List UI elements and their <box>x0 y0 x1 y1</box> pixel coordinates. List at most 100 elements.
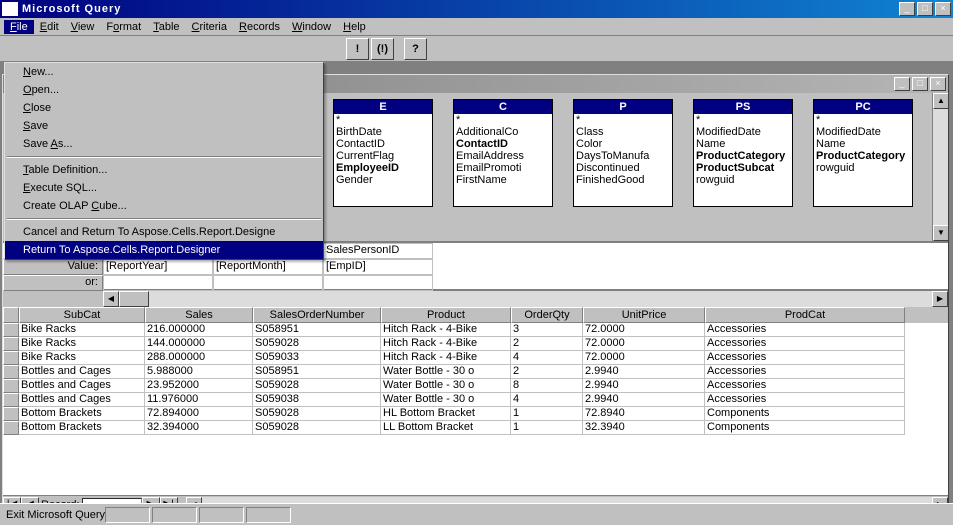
table-field[interactable]: CurrentFlag <box>334 150 432 162</box>
menu-format[interactable]: Format <box>100 20 147 34</box>
table-box[interactable]: E*BirthDateContactIDCurrentFlagEmployeeI… <box>333 99 433 207</box>
table-row[interactable]: Bike Racks144.000000S059028Hitch Rack - … <box>3 337 948 351</box>
grid-cell[interactable]: S059028 <box>253 379 381 393</box>
grid-cell[interactable]: Bottom Brackets <box>19 421 145 435</box>
criteria-or-cell[interactable] <box>103 275 213 291</box>
toolbar-run-paren-icon[interactable]: (!) <box>371 38 394 60</box>
table-field[interactable]: EmployeeID <box>334 162 432 174</box>
table-row[interactable]: Bottles and Cages23.952000S059028Water B… <box>3 379 948 393</box>
table-box[interactable]: P*ClassColorDaysToManufaDiscontinuedFini… <box>573 99 673 207</box>
grid-cell[interactable]: HL Bottom Bracket <box>381 407 511 421</box>
grid-cell[interactable]: 2.9940 <box>583 365 705 379</box>
table-field[interactable]: Name <box>694 138 792 150</box>
table-field[interactable]: ModifiedDate <box>814 126 912 138</box>
table-field[interactable]: * <box>574 114 672 126</box>
grid-cell[interactable]: Bike Racks <box>19 351 145 365</box>
table-field[interactable]: ContactID <box>454 138 552 150</box>
grid-cell[interactable]: Bottles and Cages <box>19 379 145 393</box>
scroll-down-icon[interactable]: ▼ <box>933 225 948 241</box>
grid-cell[interactable]: 2 <box>511 337 583 351</box>
criteria-field-cell[interactable]: SalesPersonID <box>323 243 433 259</box>
grid-cell[interactable]: Hitch Rack - 4-Bike <box>381 351 511 365</box>
grid-cell[interactable]: 4 <box>511 351 583 365</box>
table-box[interactable]: C*AdditionalCoContactIDEmailAddressEmail… <box>453 99 553 207</box>
grid-cell[interactable]: 2 <box>511 365 583 379</box>
menu-window[interactable]: Window <box>286 20 337 34</box>
table-header[interactable]: PC <box>814 100 912 114</box>
table-field[interactable]: * <box>814 114 912 126</box>
grid-cell[interactable]: 23.952000 <box>145 379 253 393</box>
table-field[interactable]: ProductSubcat <box>694 162 792 174</box>
table-row[interactable]: Bottom Brackets72.894000S059028HL Bottom… <box>3 407 948 421</box>
grid-cell[interactable]: 72.0000 <box>583 337 705 351</box>
grid-cell[interactable]: Accessories <box>705 379 905 393</box>
menu-table[interactable]: Table <box>147 20 185 34</box>
menu-records[interactable]: Records <box>233 20 286 34</box>
grid-cell[interactable]: 72.894000 <box>145 407 253 421</box>
criteria-value-cell[interactable]: [ReportYear] <box>103 259 213 275</box>
grid-cell[interactable]: 72.0000 <box>583 323 705 337</box>
table-field[interactable]: FirstName <box>454 174 552 186</box>
grid-cell[interactable]: Water Bottle - 30 o <box>381 379 511 393</box>
grid-cell[interactable]: 1 <box>511 407 583 421</box>
scroll-up-icon[interactable]: ▲ <box>933 93 948 109</box>
table-field[interactable]: FinishedGood <box>574 174 672 186</box>
table-row[interactable]: Bottom Brackets32.394000S059028LL Bottom… <box>3 421 948 435</box>
grid-cell[interactable]: 216.000000 <box>145 323 253 337</box>
file-menu-item[interactable]: Open... <box>5 81 323 99</box>
table-field[interactable]: Color <box>574 138 672 150</box>
table-field[interactable]: ModifiedDate <box>694 126 792 138</box>
table-field[interactable]: rowguid <box>814 162 912 174</box>
file-menu-item[interactable]: Save <box>5 117 323 135</box>
grid-cell[interactable]: Accessories <box>705 393 905 407</box>
grid-cell[interactable]: Bottom Brackets <box>19 407 145 421</box>
grid-cell[interactable]: 2.9940 <box>583 393 705 407</box>
grid-cell[interactable]: S059028 <box>253 407 381 421</box>
table-header[interactable]: C <box>454 100 552 114</box>
grid-cell[interactable]: 11.976000 <box>145 393 253 407</box>
table-field[interactable]: Name <box>814 138 912 150</box>
grid-cell[interactable]: 4 <box>511 393 583 407</box>
grid-cell[interactable]: Hitch Rack - 4-Bike <box>381 337 511 351</box>
grid-cell[interactable]: 144.000000 <box>145 337 253 351</box>
grid-column-header[interactable]: Sales <box>145 307 253 323</box>
grid-column-header[interactable]: Product <box>381 307 511 323</box>
grid-cell[interactable]: S058951 <box>253 323 381 337</box>
grid-scroll-left-icon[interactable]: ◀ <box>186 497 202 504</box>
file-menu-item[interactable]: New... <box>5 63 323 81</box>
table-header[interactable]: P <box>574 100 672 114</box>
row-header[interactable] <box>3 337 19 351</box>
table-box[interactable]: PC*ModifiedDateNameProductCategoryrowgui… <box>813 99 913 207</box>
criteria-value-cell[interactable]: [EmpID] <box>323 259 433 275</box>
table-field[interactable]: ContactID <box>334 138 432 150</box>
grid-cell[interactable]: S058951 <box>253 365 381 379</box>
grid-cell[interactable]: 32.3940 <box>583 421 705 435</box>
file-menu-item[interactable]: Create OLAP Cube... <box>5 197 323 215</box>
menu-file[interactable]: File <box>4 20 34 34</box>
query-close-button[interactable]: × <box>930 77 946 91</box>
grid-cell[interactable]: 8 <box>511 379 583 393</box>
grid-hscroll[interactable]: ◀ ▶ <box>186 497 948 504</box>
nav-prev-button[interactable]: ◀ <box>21 497 39 504</box>
table-field[interactable]: * <box>454 114 552 126</box>
grid-cell[interactable]: LL Bottom Bracket <box>381 421 511 435</box>
minimize-button[interactable]: _ <box>899 2 915 16</box>
menu-edit[interactable]: Edit <box>34 20 65 34</box>
record-input[interactable] <box>82 498 142 504</box>
nav-last-button[interactable]: ▶| <box>160 497 178 504</box>
table-field[interactable]: rowguid <box>694 174 792 186</box>
grid-cell[interactable]: Bottles and Cages <box>19 393 145 407</box>
table-header[interactable]: PS <box>694 100 792 114</box>
grid-cell[interactable]: Accessories <box>705 365 905 379</box>
file-menu-item[interactable]: Return To Aspose.Cells.Report.Designer <box>5 241 323 259</box>
file-menu-item[interactable]: Cancel and Return To Aspose.Cells.Report… <box>5 223 323 241</box>
grid-cell[interactable]: S059028 <box>253 337 381 351</box>
table-row[interactable]: Bottles and Cages11.976000S059038Water B… <box>3 393 948 407</box>
grid-column-header[interactable]: UnitPrice <box>583 307 705 323</box>
grid-cell[interactable]: 72.8940 <box>583 407 705 421</box>
table-field[interactable]: Class <box>574 126 672 138</box>
table-field[interactable]: * <box>334 114 432 126</box>
grid-cell[interactable]: Water Bottle - 30 o <box>381 393 511 407</box>
file-menu-item[interactable]: Table Definition... <box>5 161 323 179</box>
nav-first-button[interactable]: |◀ <box>3 497 21 504</box>
